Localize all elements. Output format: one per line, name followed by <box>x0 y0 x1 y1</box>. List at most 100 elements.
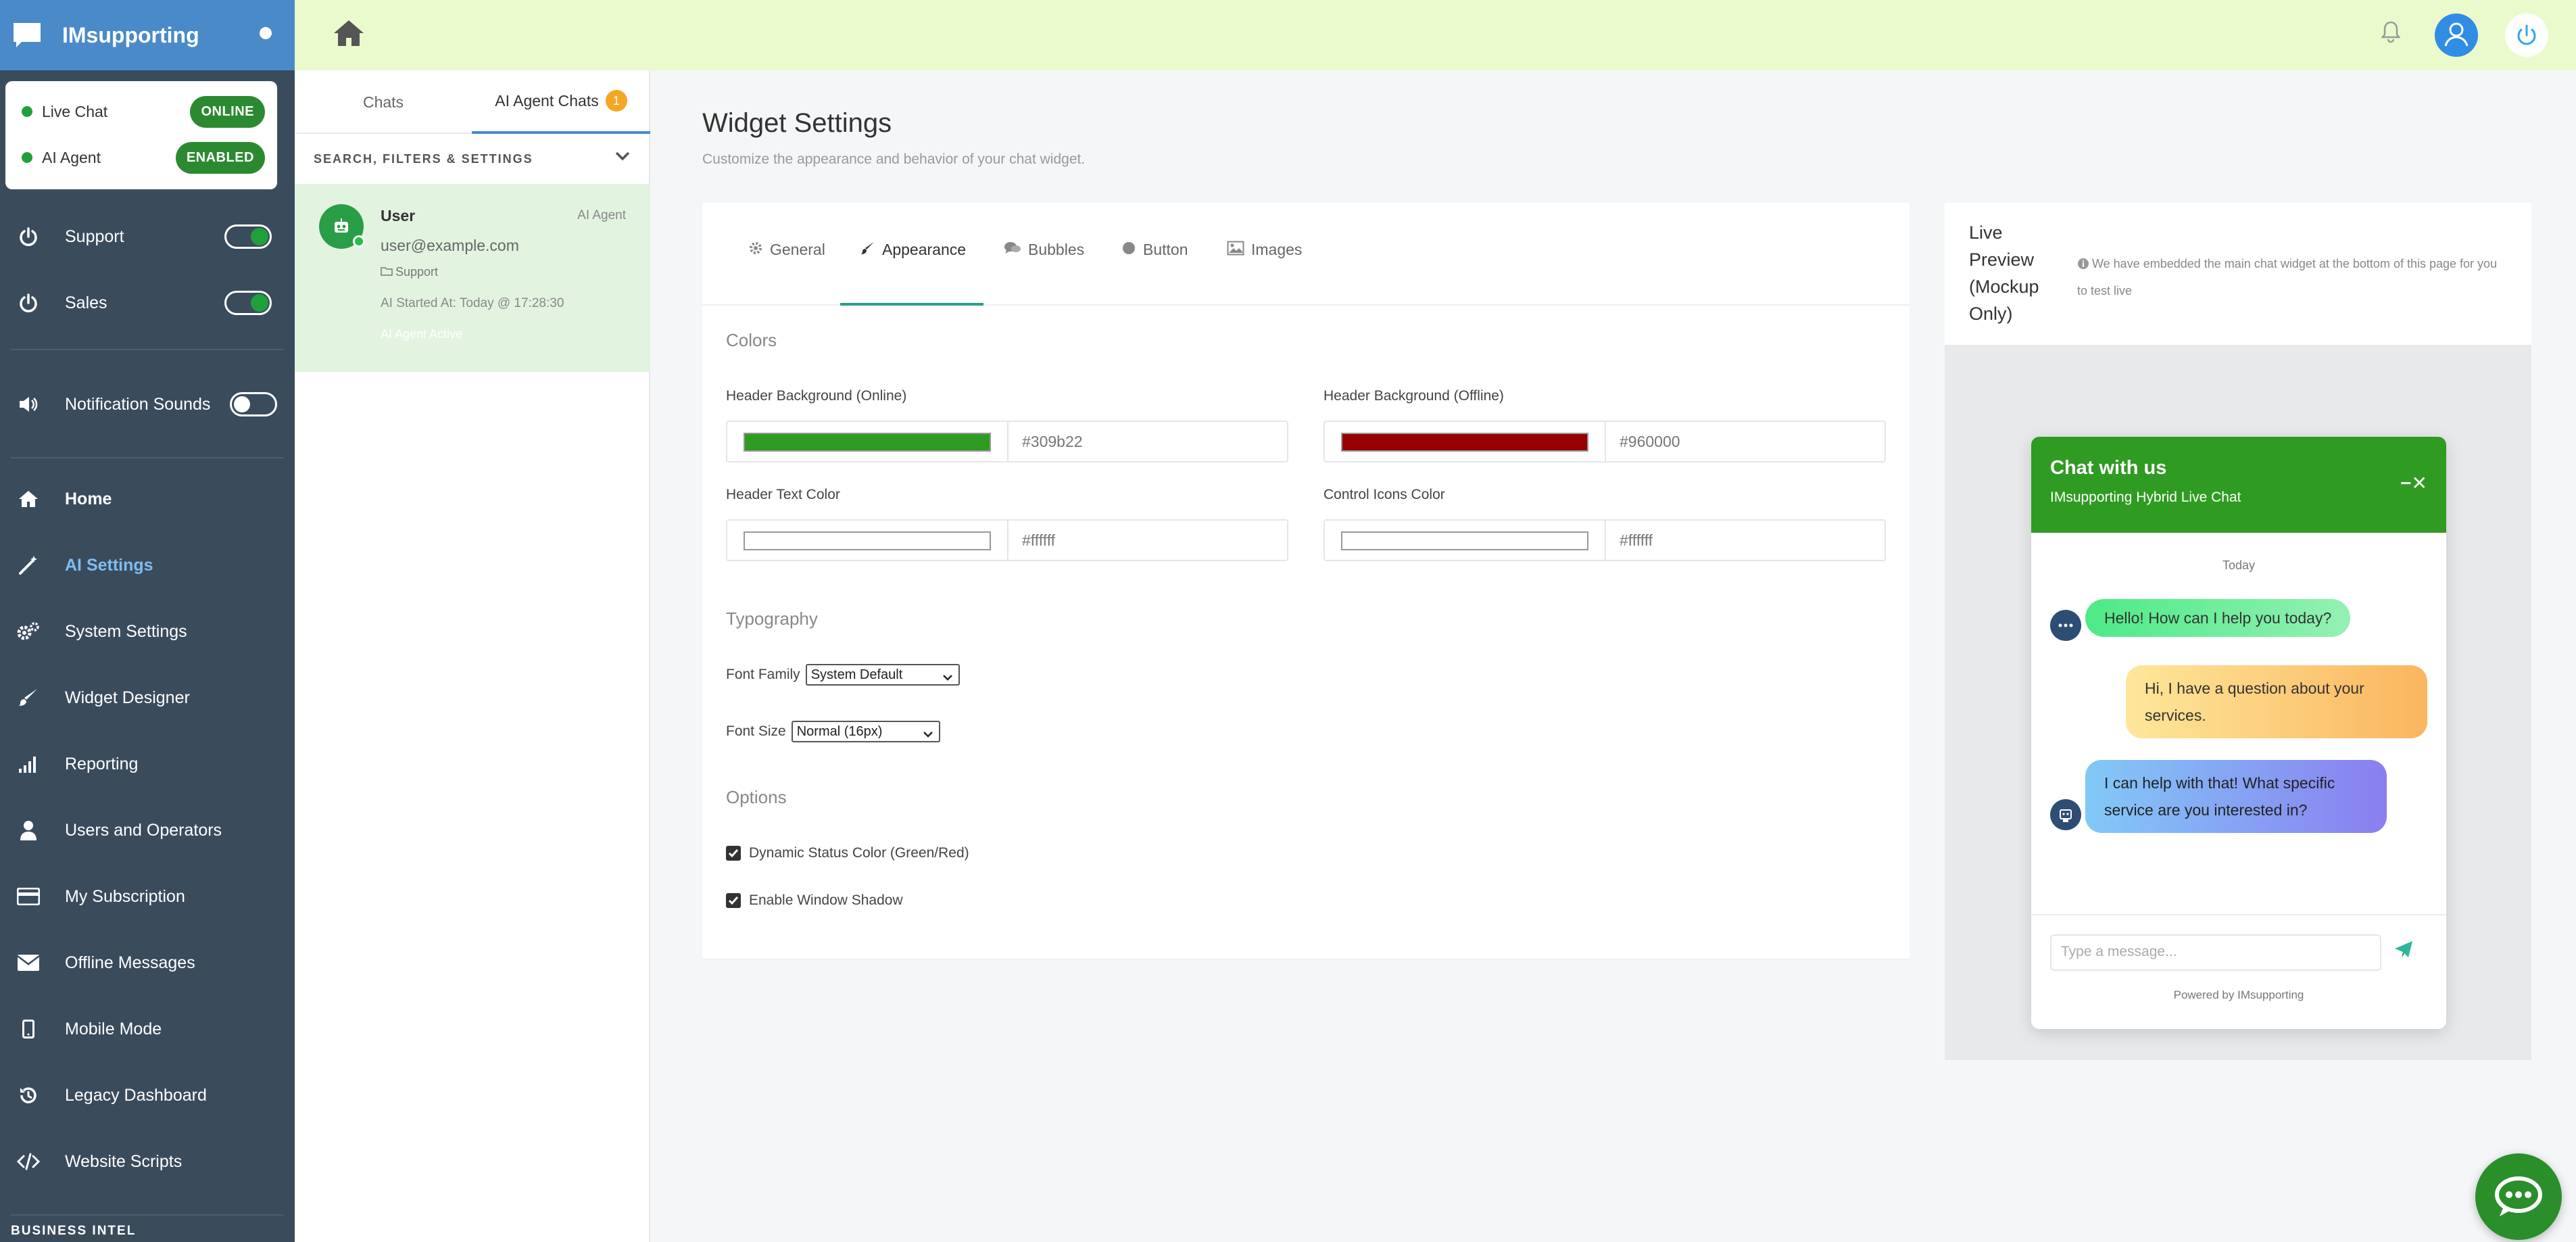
sidebar-item-mobile-mode[interactable]: Mobile Mode <box>0 1009 295 1049</box>
widget-minimize-close-icons[interactable]: −✕ <box>2400 472 2427 494</box>
status-card: Live Chat ONLINE AI Agent ENABLED <box>5 81 277 189</box>
live-chat-label: Live Chat <box>42 102 108 120</box>
select-value: Normal (16px) <box>796 723 883 739</box>
sidebar-item-label: Offline Messages <box>65 953 195 972</box>
notification-sounds-label: Notification Sounds <box>65 394 211 414</box>
section-label-business-intel: BUSINESS INTEL <box>11 1224 137 1238</box>
checkbox-checked[interactable] <box>726 846 741 861</box>
page-title: Widget Settings <box>702 108 892 138</box>
tab-label: Chats <box>362 93 404 111</box>
hex-value[interactable]: #309b22 <box>1022 433 1083 451</box>
typing-dots-icon <box>2050 610 2081 641</box>
color-swatch[interactable] <box>1341 433 1588 452</box>
header-bg-offline-label: Header Background (Offline) <box>1323 388 1504 404</box>
checkbox-checked[interactable] <box>726 893 741 908</box>
sidebar-item-my-subscription[interactable]: My Subscription <box>0 876 295 917</box>
comments-icon <box>1004 241 1021 260</box>
send-icon[interactable] <box>2393 940 2414 962</box>
sidebar-item-label: System Settings <box>65 621 187 641</box>
paintbrush-icon <box>860 241 875 260</box>
sidebar-item-reporting[interactable]: Reporting <box>0 744 295 784</box>
volume-icon <box>16 392 41 416</box>
support-toggle[interactable] <box>224 224 272 249</box>
font-size-row: Font Size Normal (16px) <box>726 721 940 742</box>
user-message-bubble: Hi, I have a question about your service… <box>2126 665 2427 738</box>
header-bg-offline-field[interactable]: #960000 <box>1323 421 1886 462</box>
page-subtitle: Customize the appearance and behavior of… <box>702 151 1086 167</box>
sidebar-item-home[interactable]: Home <box>0 479 295 519</box>
divider <box>11 349 284 350</box>
chat-launcher-button[interactable] <box>2475 1153 2562 1240</box>
user-avatar-icon[interactable] <box>2435 14 2478 60</box>
sidebar-item-system-settings[interactable]: System Settings <box>0 611 295 652</box>
header-text-color-field[interactable]: #ffffff <box>726 519 1288 561</box>
status-dot <box>22 152 32 163</box>
image-icon <box>1227 241 1244 260</box>
chat-user-name: User <box>381 207 416 224</box>
font-size-label: Font Size <box>726 723 786 739</box>
widget-header: Chat with us IMsupporting Hybrid Live Ch… <box>2031 437 2446 533</box>
credit-card-icon <box>16 884 41 909</box>
tab-images[interactable]: Images <box>1227 241 1302 306</box>
widget-title: Chat with us <box>2050 457 2167 479</box>
tab-label: General <box>770 241 825 258</box>
sidebar-item-users-and-operators[interactable]: Users and Operators <box>0 810 295 851</box>
hex-value[interactable]: #ffffff <box>1022 531 1055 550</box>
font-family-row: Font Family System Default <box>726 664 960 686</box>
notification-sounds-toggle[interactable] <box>230 392 277 416</box>
option-label: Enable Window Shadow <box>749 892 903 908</box>
app-root: IMsupporting Live Chat ONLINE AI Agent E… <box>0 0 2576 1242</box>
filters-toggle[interactable]: SEARCH, FILTERS & SETTINGS <box>295 134 649 185</box>
sidebar-item-offline-messages[interactable]: Offline Messages <box>0 942 295 983</box>
day-separator: Today <box>2222 558 2256 572</box>
preview-note: We have embedded the main chat widget at… <box>2077 250 2510 304</box>
robot-icon <box>2050 799 2081 830</box>
font-size-select[interactable]: Normal (16px) <box>791 721 940 742</box>
power-icon[interactable] <box>2505 14 2548 60</box>
color-swatch[interactable] <box>744 531 991 550</box>
sidebar-toggle-sales: Sales <box>0 283 295 323</box>
tab-chats[interactable]: Chats <box>295 70 472 134</box>
header-bg-online-field[interactable]: #309b22 <box>726 421 1288 462</box>
preview-title: Live Preview (Mockup Only) <box>1969 222 2039 324</box>
tab-ai-agent-chats[interactable]: AI Agent Chats 1 <box>472 70 650 134</box>
sidebar-item-widget-designer[interactable]: Widget Designer <box>0 677 295 718</box>
option-label: Dynamic Status Color (Green/Red) <box>749 845 969 861</box>
control-icons-color-field[interactable]: #ffffff <box>1323 519 1886 561</box>
live-chat-online-pill[interactable]: ONLINE <box>190 95 265 128</box>
tab-bubbles[interactable]: Bubbles <box>1004 241 1084 306</box>
brand-bar[interactable]: IMsupporting <box>0 0 295 70</box>
tab-appearance[interactable]: Appearance <box>840 241 983 306</box>
menu-dot[interactable] <box>260 27 272 39</box>
support-label: Support <box>65 226 124 246</box>
enable-window-shadow-option[interactable]: Enable Window Shadow <box>726 892 903 909</box>
hex-value[interactable]: #960000 <box>1620 433 1680 451</box>
bell-icon[interactable] <box>2381 20 2401 47</box>
dynamic-status-color-option[interactable]: Dynamic Status Color (Green/Red) <box>726 845 969 861</box>
font-family-select[interactable]: System Default <box>805 664 960 686</box>
ai-agent-enabled-pill[interactable]: ENABLED <box>175 141 265 174</box>
widget-message-input[interactable]: Type a message... <box>2050 934 2381 971</box>
widget-subtitle: IMsupporting Hybrid Live Chat <box>2050 489 2241 505</box>
count-badge: 1 <box>605 90 627 112</box>
preview-canvas: Chat with us IMsupporting Hybrid Live Ch… <box>1945 345 2531 1060</box>
sidebar-item-legacy-dashboard[interactable]: Legacy Dashboard <box>0 1075 295 1116</box>
status-dot <box>22 106 32 117</box>
chat-started-time: AI Started At: Today @ 17:28:30 <box>381 296 564 310</box>
tab-button[interactable]: Button <box>1121 241 1188 306</box>
color-swatch[interactable] <box>1341 531 1588 550</box>
chevron-down-icon <box>942 670 953 686</box>
color-swatch[interactable] <box>744 433 991 452</box>
robot-icon <box>335 218 348 233</box>
sidebar-item-label: Mobile Mode <box>65 1019 162 1038</box>
chevron-down-icon <box>615 150 630 164</box>
chat-bubble-icon <box>2495 1176 2542 1216</box>
sidebar-item-website-scripts[interactable]: Website Scripts <box>0 1141 295 1182</box>
tab-general[interactable]: General <box>748 241 825 306</box>
hex-value[interactable]: #ffffff <box>1620 531 1653 550</box>
sales-toggle[interactable] <box>224 291 272 315</box>
home-icon[interactable] <box>333 19 365 51</box>
bot-message-bubble: I can help with that! What specific serv… <box>2085 760 2387 833</box>
chat-list-item[interactable]: User AI Agent user@example.com Support A… <box>295 184 650 372</box>
sidebar-item-ai-settings[interactable]: AI Settings <box>0 545 295 586</box>
